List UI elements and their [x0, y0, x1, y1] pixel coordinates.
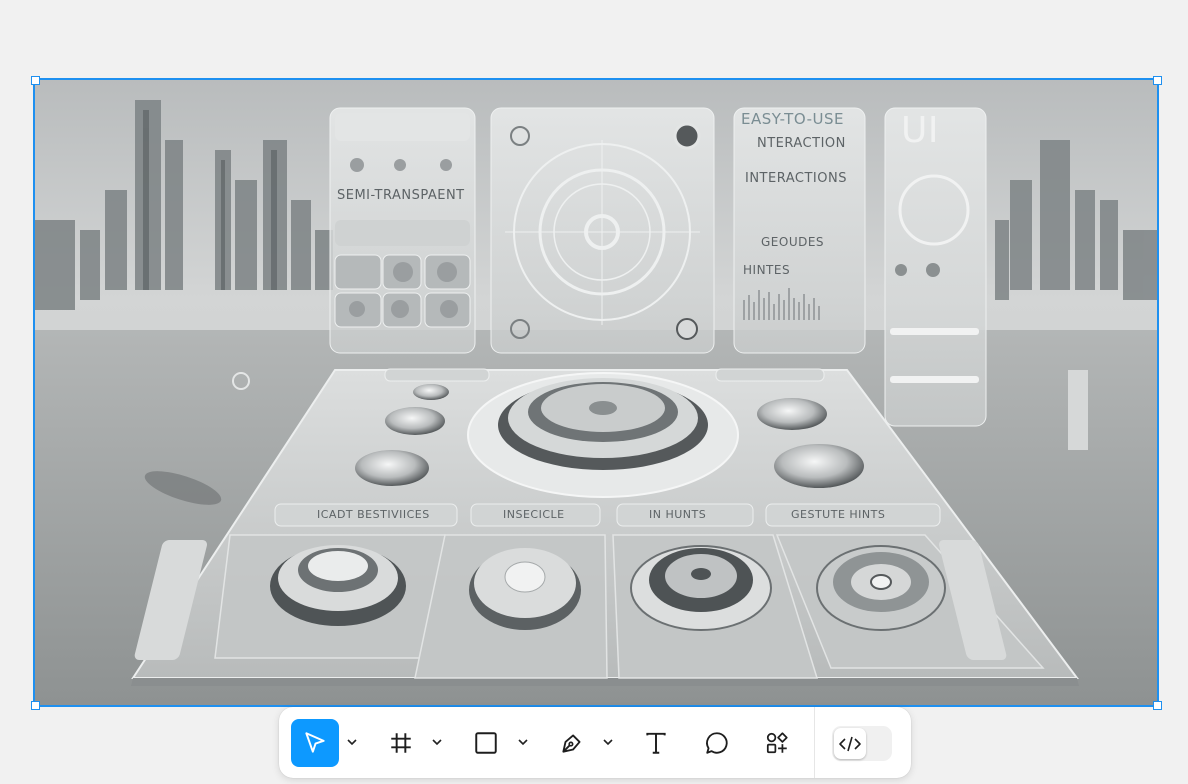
resize-handle-bottom-left[interactable]: [31, 701, 40, 710]
futuristic-ui-illustration: [35, 80, 1157, 705]
resources-tool-button[interactable]: [753, 719, 801, 767]
toolbar-divider: [814, 707, 815, 778]
dev-mode-toggle-knob: [834, 728, 866, 759]
chevron-down-icon[interactable]: [430, 735, 444, 749]
chevron-down-icon[interactable]: [345, 735, 359, 749]
cursor-arrow-icon: [305, 732, 325, 753]
rectangle-icon: [475, 732, 497, 754]
comment-tool-button[interactable]: [693, 719, 741, 767]
dev-mode-toggle[interactable]: [832, 726, 892, 761]
resize-handle-top-right[interactable]: [1153, 76, 1162, 85]
resize-handle-bottom-right[interactable]: [1153, 701, 1162, 710]
text-t-icon: [646, 732, 666, 754]
frame-hash-icon: [391, 733, 411, 753]
speech-bubble-icon: [706, 732, 728, 754]
pen-nib-icon: [562, 734, 581, 753]
text-tool-button[interactable]: [632, 719, 680, 767]
image-text-gestures: GEOUDES: [761, 235, 825, 249]
image-text-interaction: NTERACTION: [757, 136, 846, 151]
chevron-down-icon[interactable]: [601, 735, 615, 749]
image-text-hints: HINTES: [743, 263, 791, 277]
shapes-plus-icon: [766, 732, 788, 754]
image-text-label-b: INSECICLE: [503, 508, 565, 521]
image-text-ui: UI: [901, 110, 939, 151]
image-text-easy-to-use: EASY-TO-USE: [741, 110, 844, 128]
code-brackets-icon: [839, 736, 861, 751]
image-text-label-a: ICADT BESTIVIICES: [317, 508, 430, 521]
resize-handle-top-left[interactable]: [31, 76, 40, 85]
pen-tool-button[interactable]: [548, 719, 596, 767]
selected-image-frame[interactable]: SEMI-TRANSPAENT EASY-TO-USE NTERACTION I…: [33, 78, 1159, 707]
image-text-semi-transparent: SEMI-TRANSPAENT: [337, 188, 465, 203]
image-text-label-d: GESTUTE HINTS: [791, 508, 886, 521]
image-text-interactions: INTERACTIONS: [745, 171, 847, 186]
bottom-toolbar: [279, 707, 911, 778]
image-text-label-c: IN HUNTS: [649, 508, 707, 521]
chevron-down-icon[interactable]: [516, 735, 530, 749]
rectangle-tool-button[interactable]: [462, 719, 510, 767]
frame-tool-button[interactable]: [377, 719, 425, 767]
move-tool-button[interactable]: [291, 719, 339, 767]
